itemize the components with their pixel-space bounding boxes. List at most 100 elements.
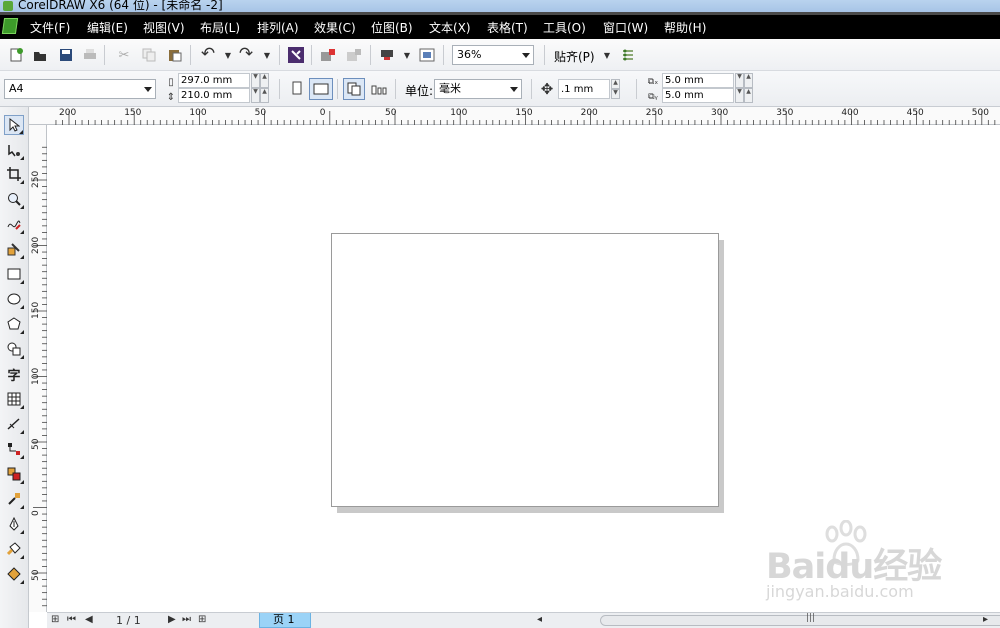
options-icon[interactable] (619, 46, 637, 64)
width-spin-down[interactable]: ▼ (251, 73, 260, 88)
toolbar-separator (279, 79, 280, 99)
toolbar-separator (531, 79, 532, 99)
menu-view[interactable]: 视图(V) (143, 19, 185, 36)
page-height-field[interactable]: 210.0 mm (178, 88, 250, 103)
redo-dropdown-icon[interactable]: ▼ (258, 46, 276, 64)
undo-dropdown-icon[interactable]: ▼ (219, 46, 237, 64)
add-page-before-icon[interactable]: ⊞ (51, 614, 59, 625)
toolbar-separator (636, 79, 637, 99)
basic-shapes-tool-icon[interactable] (4, 339, 24, 359)
outline-tool-icon[interactable] (4, 514, 24, 534)
cut-icon[interactable]: ✂ (115, 46, 133, 64)
window-title: CorelDRAW X6 (64 位) - [未命名 -2] (18, 0, 223, 12)
landscape-icon[interactable] (309, 78, 333, 100)
duplicate-y-field[interactable]: 5.0 mm (662, 88, 734, 103)
page-size-combo[interactable]: A4 (4, 79, 156, 99)
rectangle-tool-icon[interactable] (4, 264, 24, 284)
coreldraw-window: CorelDRAW X6 (64 位) - [未命名 -2] 文件(F) 编辑(… (0, 0, 1000, 628)
blend-tool-icon[interactable] (4, 464, 24, 484)
height-spin-up[interactable]: ▲ (260, 88, 269, 103)
eyedropper-tool-icon[interactable] (4, 489, 24, 509)
open-icon[interactable] (31, 46, 49, 64)
scroll-left-icon[interactable]: ◂ (537, 614, 542, 625)
smart-fill-tool-icon[interactable] (4, 239, 24, 259)
toolbar-separator (311, 45, 312, 65)
v-ruler-label: 250 (31, 170, 41, 188)
app-launcher-icon[interactable] (418, 46, 436, 64)
dimension-tool-icon[interactable] (4, 414, 24, 434)
title-bar: CorelDRAW X6 (64 位) - [未命名 -2] (0, 0, 1000, 12)
all-pages-icon[interactable] (343, 78, 365, 100)
units-combo[interactable]: 毫米 (434, 79, 522, 99)
connector-tool-icon[interactable] (4, 439, 24, 459)
ellipse-tool-icon[interactable] (4, 289, 24, 309)
menu-file[interactable]: 文件(F) (30, 19, 70, 36)
duplicate-x-field[interactable]: 5.0 mm (662, 73, 734, 88)
snap-to-button[interactable]: 贴齐(P) (554, 48, 595, 65)
h-ruler-label: 200 (59, 108, 77, 118)
duplicate-y-icon: ⧉ᵧ (648, 92, 658, 102)
menu-text[interactable]: 文本(X) (429, 19, 471, 36)
undo-icon[interactable]: ↶ (199, 44, 217, 64)
dup-x-spin-down[interactable]: ▼ (735, 73, 744, 88)
shape-tool-icon[interactable] (4, 140, 24, 160)
zoom-level-combo[interactable]: 36% (452, 45, 534, 65)
scroll-right-icon[interactable]: ▸ (983, 614, 988, 625)
zoom-tool-icon[interactable] (4, 189, 24, 209)
menu-help[interactable]: 帮助(H) (664, 19, 706, 36)
pick-tool-icon[interactable] (4, 115, 24, 135)
copy-icon[interactable] (140, 46, 158, 64)
menu-layout[interactable]: 布局(L) (200, 19, 240, 36)
nudge-spin-down[interactable]: ▼ (611, 89, 620, 99)
app-logo-icon (1, 18, 19, 34)
menu-table[interactable]: 表格(T) (487, 19, 528, 36)
text-tool-icon[interactable]: 字 (4, 364, 24, 384)
nudge-distance-field[interactable]: .1 mm (558, 79, 610, 99)
paste-icon[interactable] (166, 46, 184, 64)
vertical-ruler[interactable]: 250 200 150 100 50 0 50 (29, 125, 47, 612)
dup-y-spin-down[interactable]: ▼ (735, 88, 744, 103)
snap-dropdown-icon[interactable]: ▼ (598, 46, 616, 64)
crop-tool-icon[interactable] (4, 164, 24, 184)
height-spin-down[interactable]: ▼ (251, 88, 260, 103)
save-icon[interactable] (57, 46, 75, 64)
page-width-field[interactable]: 297.0 mm (178, 73, 250, 88)
horizontal-scrollbar[interactable]: ||| (600, 613, 1000, 626)
table-tool-icon[interactable] (4, 389, 24, 409)
publish-icon[interactable] (378, 46, 396, 64)
add-page-after-icon[interactable]: ⊞ (198, 614, 206, 625)
previous-page-icon[interactable]: ◀ (85, 614, 93, 625)
page-tab-1[interactable]: 页 1 (259, 613, 311, 628)
menu-edit[interactable]: 编辑(E) (87, 19, 128, 36)
menu-bitmaps[interactable]: 位图(B) (371, 19, 413, 36)
horizontal-ruler[interactable]: 200 150 100 50 0 50 100 150 200 250 300 350 400 450 50… (29, 107, 1000, 125)
menu-effects[interactable]: 效果(C) (314, 19, 356, 36)
toolbar-separator (443, 45, 444, 65)
import-icon[interactable] (319, 46, 337, 64)
publish-dropdown-icon[interactable]: ▼ (398, 46, 416, 64)
new-icon[interactable] (7, 46, 25, 64)
menu-window[interactable]: 窗口(W) (603, 19, 648, 36)
search-content-icon[interactable] (287, 46, 305, 64)
current-page-icon[interactable] (370, 80, 388, 98)
next-page-icon[interactable]: ▶ (168, 614, 176, 625)
width-spin-up[interactable]: ▲ (260, 73, 269, 88)
export-icon[interactable] (345, 46, 363, 64)
dup-y-spin-up[interactable]: ▲ (744, 88, 753, 103)
print-icon[interactable] (81, 46, 99, 64)
menu-tools[interactable]: 工具(O) (543, 19, 586, 36)
first-page-icon[interactable]: ⏮ (67, 614, 76, 625)
fill-tool-icon[interactable] (4, 539, 24, 559)
units-label: 单位: (405, 84, 434, 98)
portrait-icon[interactable] (288, 79, 306, 97)
menu-arrange[interactable]: 排列(A) (257, 19, 299, 36)
nudge-spin-up[interactable]: ▲ (611, 79, 620, 89)
interactive-fill-tool-icon[interactable] (4, 564, 24, 584)
dup-x-spin-up[interactable]: ▲ (744, 73, 753, 88)
polygon-tool-icon[interactable] (4, 314, 24, 334)
freehand-tool-icon[interactable] (4, 214, 24, 234)
h-ruler-label: 100 (450, 108, 468, 118)
last-page-icon[interactable]: ⏭ (182, 614, 191, 625)
document-page[interactable] (331, 233, 719, 507)
redo-icon[interactable]: ↷ (237, 44, 255, 64)
